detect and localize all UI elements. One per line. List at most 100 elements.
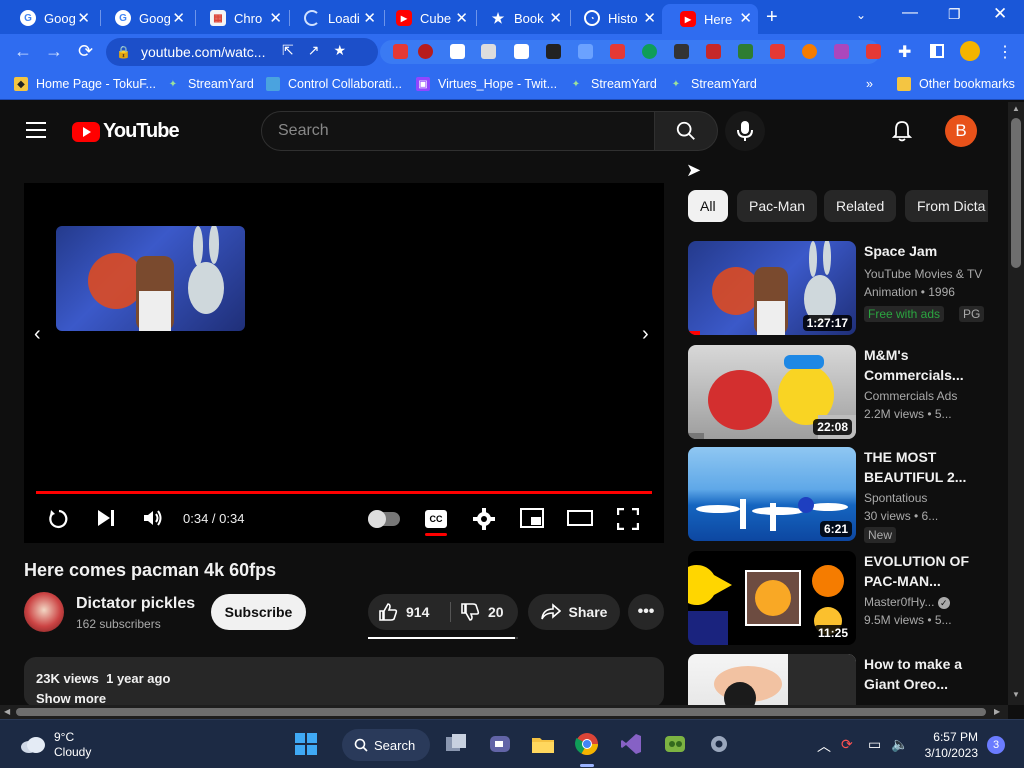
chip-related[interactable]: Related [824, 190, 897, 222]
bookmarks-overflow-button[interactable]: » [866, 77, 873, 91]
chip-from-channel[interactable]: From Dicta [905, 190, 988, 222]
extension-icon[interactable] [450, 44, 465, 59]
puzzle-icon[interactable]: ✚ [898, 42, 911, 62]
browser-tab-loading[interactable]: Loadi ✕ [286, 4, 382, 32]
search-input[interactable] [278, 122, 638, 140]
extension-icon[interactable] [546, 44, 561, 59]
bookmark-item[interactable]: ✦ StreamYard [669, 77, 757, 91]
chip-all[interactable]: All [688, 190, 728, 222]
account-avatar[interactable]: B [945, 115, 977, 147]
prev-arrow-icon[interactable]: ‹ [34, 323, 41, 346]
voice-search-button[interactable] [725, 111, 765, 151]
tray-overflow-chevron-icon[interactable]: ︿ [817, 736, 831, 756]
task-view-icon[interactable] [444, 732, 468, 756]
extension-icon[interactable] [802, 44, 817, 59]
side-panel-icon[interactable] [930, 44, 944, 58]
related-video-mms[interactable]: 22:08 M&M's Commercials... Commercials A… [688, 345, 988, 439]
close-tab-icon[interactable]: ✕ [77, 9, 90, 27]
description-box[interactable]: 23K views 1 year ago Show more [24, 657, 664, 707]
bookmark-item[interactable]: ✦ StreamYard [166, 77, 254, 91]
close-tab-icon[interactable]: ✕ [739, 9, 752, 27]
extension-icon[interactable] [834, 44, 849, 59]
scroll-up-arrow-icon[interactable]: ▲ [1012, 104, 1020, 113]
chip-pac-man[interactable]: Pac-Man [737, 190, 818, 222]
windows-start-icon[interactable] [294, 732, 318, 756]
scrollbar-thumb[interactable] [1011, 118, 1021, 268]
like-button[interactable]: 914 [378, 602, 429, 622]
next-video-button[interactable] [96, 508, 116, 533]
video-player[interactable]: ‹ › 0:34 / 0:34 CC [24, 183, 664, 543]
extension-icon[interactable] [514, 44, 529, 59]
youtube-logo[interactable]: YouTube [72, 120, 180, 143]
extension-icon[interactable] [866, 44, 881, 59]
bookmark-star-icon[interactable]: ★ [333, 42, 346, 59]
show-more-link[interactable]: Show more [36, 691, 106, 706]
profile-avatar[interactable] [960, 41, 980, 61]
tab-search-chevron-icon[interactable]: ⌄ [856, 8, 866, 22]
bookmark-item[interactable]: ▣ Virtues_Hope - Twit... [416, 77, 557, 91]
close-tab-icon[interactable]: ✕ [455, 9, 468, 27]
related-video-evolution-pacman[interactable]: 11:25 EVOLUTION OF PAC-MAN... Master0fHy… [688, 551, 988, 645]
close-tab-icon[interactable]: ✕ [172, 9, 185, 27]
channel-name[interactable]: Dictator pickles [76, 595, 195, 613]
browser-tab-google-2[interactable]: G Goog ✕ [97, 4, 191, 32]
related-video-most-beautiful[interactable]: 6:21 THE MOST BEAUTIFUL 2... Spontatious… [688, 447, 988, 543]
new-tab-button[interactable]: + [766, 6, 778, 29]
browser-tab-active[interactable]: ▶ Here ✕ [662, 4, 758, 34]
browser-tab-bookmarks[interactable]: ★ Book ✕ [472, 4, 568, 32]
notification-count-badge[interactable]: 3 [987, 736, 1005, 754]
share-button[interactable]: Share [528, 594, 620, 630]
extension-icon[interactable] [578, 44, 593, 59]
forward-button[interactable]: → [45, 41, 63, 62]
search-button[interactable] [654, 111, 718, 151]
scroll-right-arrow-icon[interactable]: ▶ [994, 707, 1000, 716]
browser-tab-google-1[interactable]: G Goog ✕ [2, 4, 96, 32]
extension-icon[interactable] [706, 44, 721, 59]
scrollbar-thumb[interactable] [16, 708, 986, 716]
hamburger-menu-icon[interactable] [26, 122, 46, 138]
open-in-app-icon[interactable]: ⇱ [282, 42, 294, 59]
extension-icon[interactable] [418, 44, 433, 59]
volume-button[interactable] [142, 508, 164, 533]
horizontal-scrollbar[interactable]: ◀ ▶ [0, 705, 1008, 719]
minimize-button[interactable]: — [902, 4, 918, 22]
restore-button[interactable]: ❐ [948, 6, 961, 23]
extension-icon[interactable] [738, 44, 753, 59]
dislike-button[interactable]: 20 [460, 602, 504, 622]
theater-mode-button[interactable] [567, 508, 593, 533]
extension-icon[interactable] [610, 44, 625, 59]
chrome-taskbar-icon[interactable] [575, 732, 599, 756]
speaker-icon[interactable]: 🔈 [891, 736, 908, 753]
close-tab-icon[interactable]: ✕ [643, 9, 656, 27]
scroll-left-arrow-icon[interactable]: ◀ [4, 707, 10, 716]
sync-alert-icon[interactable]: ⟳ [841, 736, 853, 753]
settings-button[interactable] [473, 508, 495, 535]
bookmark-item[interactable]: ✦ StreamYard [569, 77, 657, 91]
browser-tab-history[interactable]: ◔ Histo ✕ [566, 4, 662, 32]
fullscreen-button[interactable] [616, 507, 640, 535]
scroll-down-arrow-icon[interactable]: ▼ [1012, 690, 1020, 699]
close-tab-icon[interactable]: ✕ [549, 9, 562, 27]
captions-button[interactable]: CC [425, 510, 447, 528]
visual-studio-icon[interactable] [619, 732, 643, 756]
replay-button[interactable] [48, 508, 70, 535]
game-app-icon[interactable] [663, 732, 687, 756]
extension-icon[interactable] [642, 44, 657, 59]
bookmark-item[interactable]: Control Collaborati... [266, 77, 402, 91]
bookmark-item[interactable]: ◆ Home Page - TokuF... [14, 77, 156, 91]
browser-tab-cube[interactable]: ▶ Cube ✕ [378, 4, 474, 32]
extension-icon[interactable] [481, 44, 496, 59]
network-monitor-icon[interactable]: ▭ [868, 736, 881, 753]
browser-tab-chrome-store[interactable]: ▦ Chro ✕ [192, 4, 288, 32]
other-bookmarks-folder[interactable]: Other bookmarks [897, 77, 1015, 91]
close-tab-icon[interactable]: ✕ [269, 9, 282, 27]
subscribe-button[interactable]: Subscribe [211, 594, 306, 630]
autoplay-toggle[interactable] [368, 510, 400, 528]
next-arrow-icon[interactable]: › [642, 323, 649, 346]
close-tab-icon[interactable]: ✕ [363, 9, 376, 27]
teams-chat-icon[interactable] [488, 732, 512, 756]
file-explorer-icon[interactable] [531, 732, 555, 756]
settings-gear-icon[interactable] [707, 732, 731, 756]
miniplayer-button[interactable] [520, 508, 544, 533]
back-button[interactable]: ← [14, 41, 32, 62]
